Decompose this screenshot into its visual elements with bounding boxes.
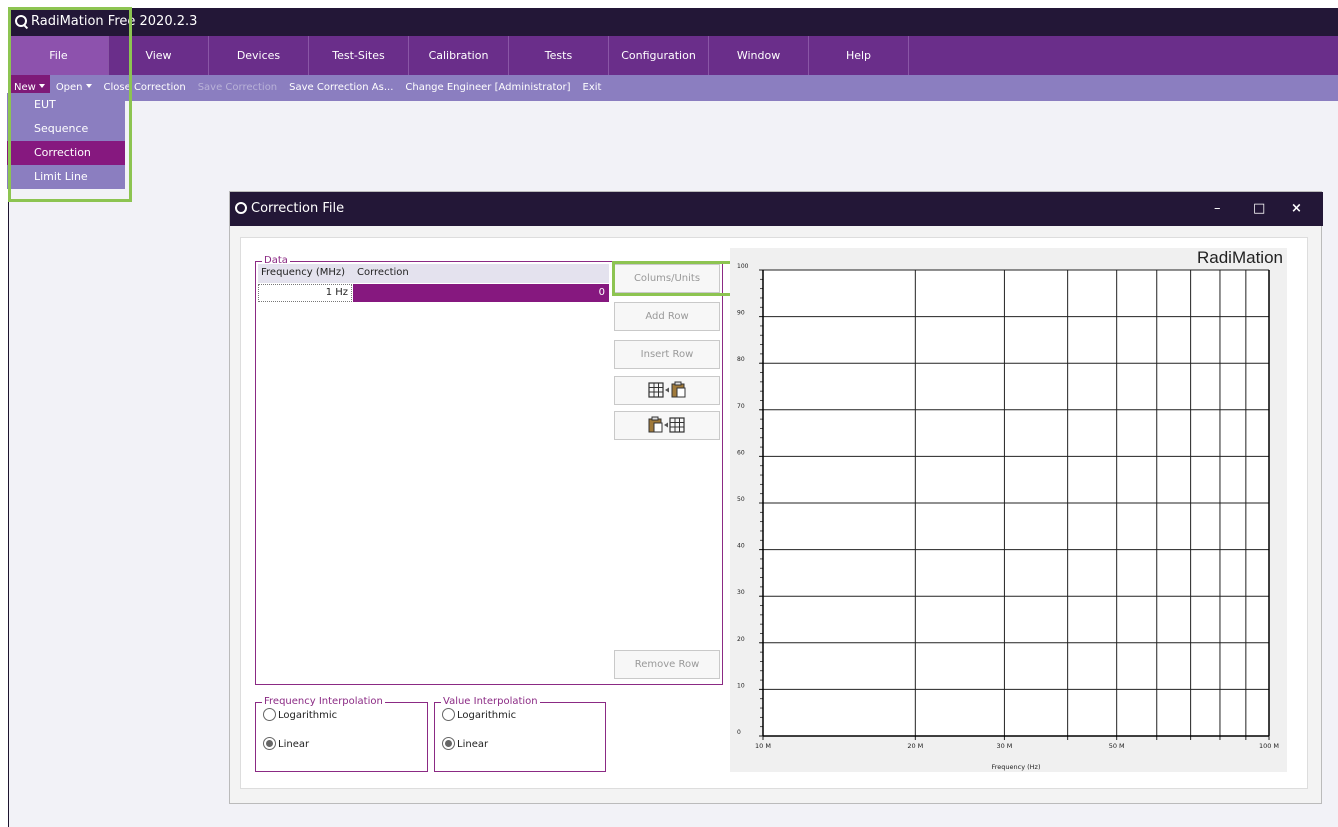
y-tick-label: 60 [737,449,745,456]
frequency-interpolation-legend: Frequency Interpolation [262,695,385,708]
chart-plot-svg: 0 10 20 30 40 50 60 70 80 90 100 10 M 20 M 30 M 50 M 10… [737,263,1279,771]
y-tick-label: 80 [737,356,745,363]
change-engineer-button[interactable]: Change Engineer [Administrator] [399,75,576,101]
y-tick-label: 100 [737,263,749,270]
remove-row-button[interactable]: Remove Row [614,650,720,679]
menu-tests[interactable]: Tests [509,36,609,75]
radimation-logo-icon [235,202,247,214]
radio-circle-icon [263,708,276,721]
value-linear-radio[interactable]: Linear [442,737,488,750]
value-interpolation-legend: Value Interpolation [441,695,540,708]
x-tick-label: 100 M [1259,742,1279,750]
main-menubar: File View Devices Test-Sites Calibration… [9,36,1338,75]
menu-window[interactable]: Window [709,36,809,75]
column-header-frequency[interactable]: Frequency (MHz) [261,267,345,278]
x-tick-label: 20 M [907,742,923,750]
y-tick-label: 40 [737,543,745,550]
correction-chart: RadiMation 0 10 20 30 40 50 60 70 80 90 100 10 M 20 … [730,248,1287,772]
y-tick-label: 20 [737,636,745,643]
save-correction-as-button[interactable]: Save Correction As... [283,75,399,101]
y-tick-label: 50 [737,496,745,503]
x-axis-label: Frequency (Hz) [991,763,1040,771]
clipboard-to-grid-icon [648,416,685,433]
insert-row-button[interactable]: Insert Row [614,340,720,369]
y-tick-label: 10 [737,682,745,689]
radio-circle-icon [442,708,455,721]
minimize-button[interactable]: – [1214,192,1221,226]
highlight-box-columns-units [612,261,736,296]
highlight-box-file-menu [8,7,132,202]
y-tick-label: 0 [737,729,741,736]
menu-devices[interactable]: Devices [209,36,309,75]
frequency-cell[interactable]: 1 Hz [258,284,352,302]
radio-checked-icon [263,737,276,750]
table-row[interactable]: 1 Hz 0 [258,284,609,302]
menu-test-sites[interactable]: Test-Sites [309,36,409,75]
freq-logarithmic-radio[interactable]: Logarithmic [263,708,337,721]
x-tick-label: 30 M [996,742,1012,750]
y-tick-label: 70 [737,403,745,410]
add-row-button[interactable]: Add Row [614,302,720,331]
grid-header: Frequency (MHz) Correction [258,264,609,283]
save-correction-button[interactable]: Save Correction [192,75,283,101]
exit-button[interactable]: Exit [577,75,608,101]
maximize-button[interactable]: □ [1253,192,1265,226]
radio-checked-icon [442,737,455,750]
menu-configuration[interactable]: Configuration [609,36,709,75]
column-header-correction[interactable]: Correction [357,267,409,278]
dialog-title: Correction File [251,201,345,216]
paste-clipboard-to-grid-button[interactable] [614,411,720,440]
y-tick-label: 90 [737,310,745,317]
x-tick-label: 50 M [1109,742,1125,750]
dialog-titlebar: Correction File [230,192,1323,226]
file-toolbar: New Open Close Correction Save Correctio… [9,75,1338,101]
correction-cell[interactable]: 0 [353,284,609,302]
copy-grid-to-clipboard-button[interactable] [614,376,720,405]
app-titlebar: RadiMation Free 2020.2.3 [9,8,1338,36]
correction-data-grid[interactable]: Frequency (MHz) Correction 1 Hz 0 [258,264,609,304]
menu-help[interactable]: Help [809,36,909,75]
close-button[interactable]: × [1291,192,1302,226]
value-logarithmic-radio[interactable]: Logarithmic [442,708,516,721]
y-tick-label: 30 [737,589,745,596]
grid-to-clipboard-icon [648,381,686,398]
menu-calibration[interactable]: Calibration [409,36,509,75]
freq-linear-radio[interactable]: Linear [263,737,309,750]
x-tick-label: 10 M [755,742,771,750]
